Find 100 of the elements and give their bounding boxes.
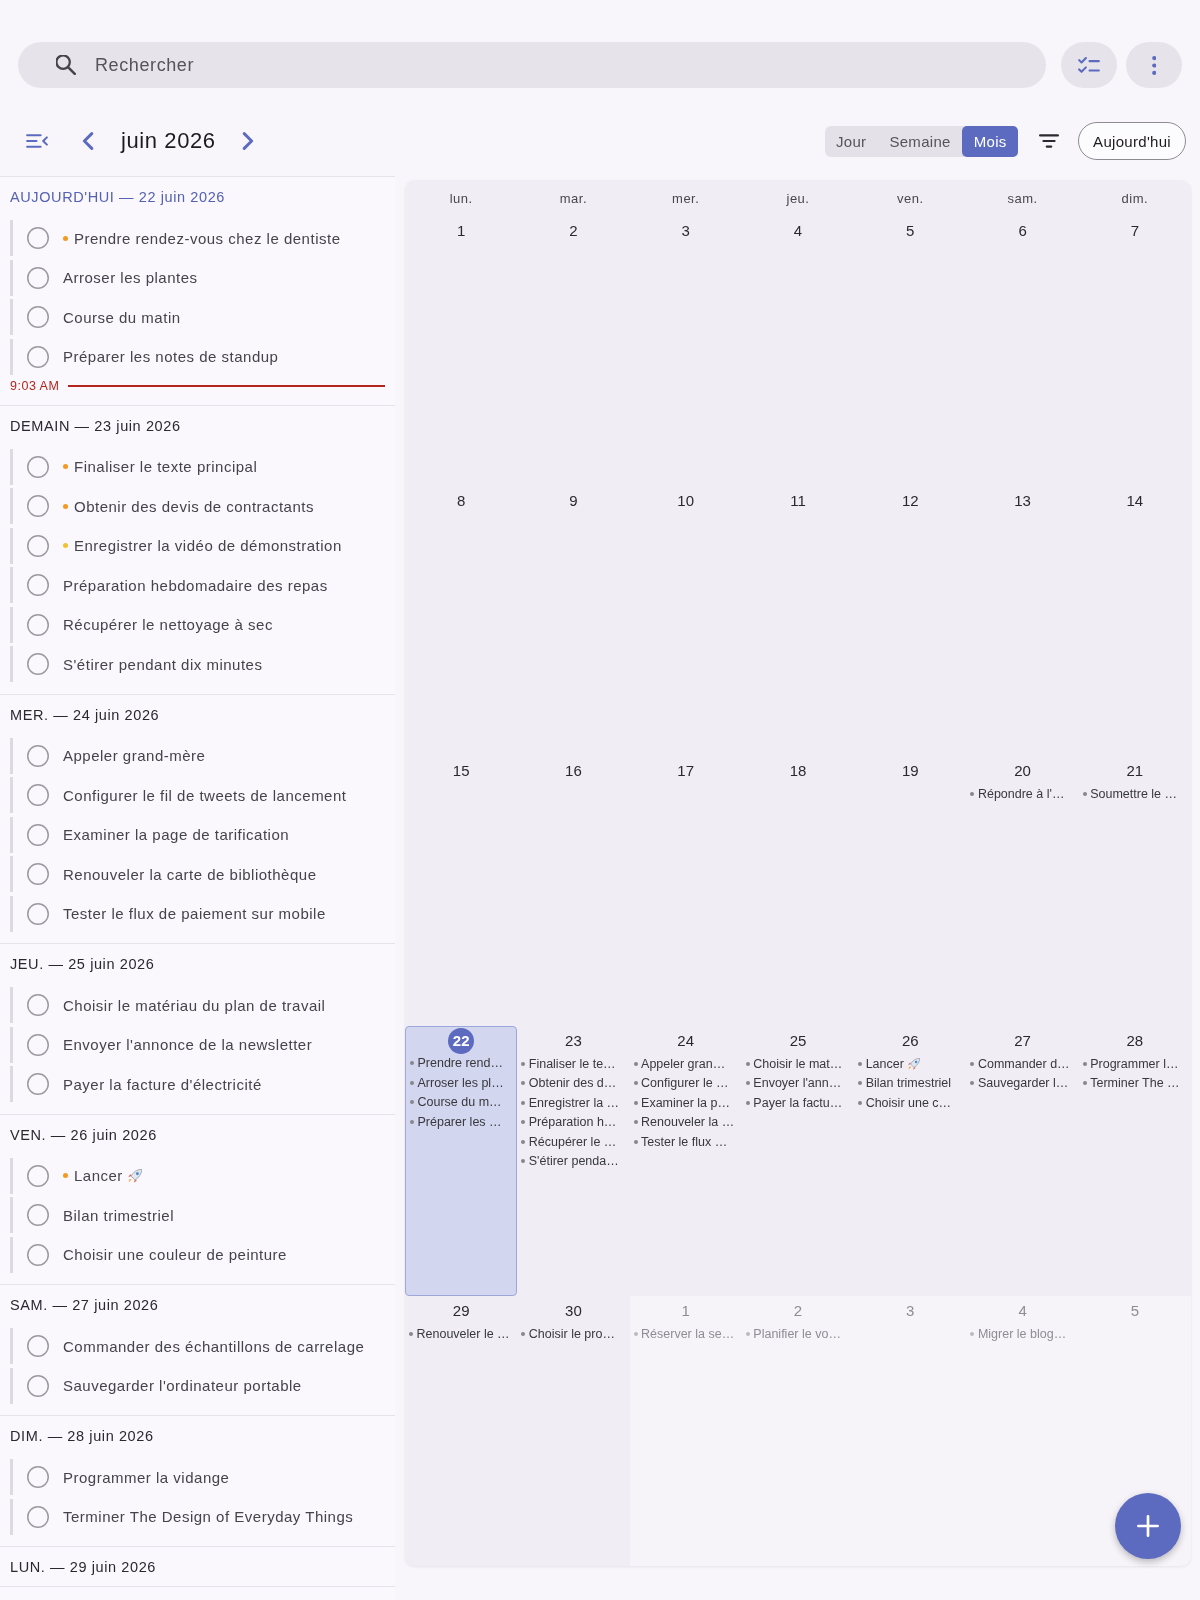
task-checkbox[interactable] bbox=[27, 823, 49, 846]
calendar-event[interactable]: Renouveler le … bbox=[409, 1324, 516, 1344]
calendar-event[interactable]: Choisir une c… bbox=[858, 1093, 965, 1113]
calendar-event[interactable]: Tester le flux … bbox=[633, 1132, 740, 1152]
day-cell[interactable]: 29 Renouveler le … bbox=[405, 1296, 518, 1566]
task-checkbox[interactable] bbox=[27, 1204, 49, 1226]
task-checkbox[interactable] bbox=[27, 1335, 49, 1357]
view-tab[interactable]: Semaine bbox=[877, 125, 963, 157]
calendar-event[interactable]: Préparation h… bbox=[521, 1112, 628, 1132]
task-row[interactable]: Course du matin bbox=[10, 299, 395, 335]
calendar-event[interactable]: Prendre rend… bbox=[410, 1053, 515, 1073]
calendar-event[interactable]: Obtenir des d… bbox=[521, 1073, 628, 1093]
day-number: 24 bbox=[676, 1031, 696, 1051]
calendar-event[interactable]: Répondre à l'… bbox=[970, 784, 1077, 804]
task-title: Sauvegarder l'ordinateur portable bbox=[63, 1377, 302, 1394]
task-checkbox[interactable] bbox=[27, 653, 49, 675]
bullet-icon bbox=[1082, 1081, 1087, 1086]
view-tab[interactable]: Mois bbox=[962, 125, 1019, 157]
task-checkbox[interactable] bbox=[27, 1164, 49, 1187]
calendar-event[interactable]: Récupérer le … bbox=[521, 1132, 628, 1152]
task-row[interactable]: Appeler grand-mère bbox=[10, 737, 395, 774]
task-row[interactable]: Choisir le matériau du plan de travail bbox=[10, 987, 395, 1023]
calendar-event[interactable]: Arroser les pl… bbox=[410, 1073, 515, 1093]
calendar-event[interactable]: Course du m… bbox=[410, 1092, 515, 1112]
more-options-button[interactable] bbox=[1126, 42, 1182, 88]
task-checkbox[interactable] bbox=[27, 784, 49, 806]
task-row[interactable]: Programmer la vidange bbox=[10, 1459, 395, 1495]
task-row[interactable]: Récupérer le nettoyage à sec bbox=[10, 606, 395, 643]
calendar-event[interactable]: Sauvegarder l… bbox=[970, 1073, 1077, 1093]
task-row[interactable]: Tester le flux de paiement sur mobile bbox=[10, 895, 395, 932]
calendar-event[interactable]: Choisir le pro… bbox=[521, 1324, 628, 1344]
task-checkbox[interactable] bbox=[27, 266, 49, 289]
task-row[interactable]: S'étirer pendant dix minutes bbox=[10, 646, 395, 682]
task-row[interactable]: Bilan trimestriel bbox=[10, 1197, 395, 1233]
task-checkbox[interactable] bbox=[27, 613, 49, 636]
task-checkbox[interactable] bbox=[27, 574, 49, 596]
task-checkbox[interactable] bbox=[27, 902, 49, 925]
calendar-event[interactable]: Terminer The … bbox=[1082, 1073, 1189, 1093]
task-row[interactable]: Configurer le fil de tweets de lancement bbox=[10, 777, 395, 813]
task-checkbox[interactable] bbox=[27, 455, 49, 478]
bullet-icon bbox=[858, 1081, 863, 1086]
task-row[interactable]: Préparer les notes de standup bbox=[10, 338, 395, 375]
calendar-event[interactable]: Examiner la p… bbox=[633, 1093, 740, 1113]
search-field[interactable]: Rechercher bbox=[18, 42, 1046, 88]
day-cell[interactable]: 22 Prendre rend… Arroser les pl… Course du m… Préparer les … bbox=[405, 1026, 518, 1296]
task-row[interactable]: Finaliser le texte principal bbox=[10, 448, 395, 485]
calendar-event[interactable]: Configurer le … bbox=[633, 1073, 740, 1093]
calendar-event[interactable]: Choisir le mat… bbox=[745, 1054, 853, 1074]
calendar-event[interactable]: Envoyer l'ann… bbox=[745, 1073, 853, 1093]
day-number: 12 bbox=[900, 491, 920, 511]
task-row[interactable]: Prendre rendez-vous chez le dentiste bbox=[10, 220, 395, 256]
calendar-event[interactable]: Lancer bbox=[858, 1054, 965, 1074]
task-row[interactable]: Commander des échantillons de carrelage bbox=[10, 1328, 395, 1364]
task-row[interactable]: Choisir une couleur de peinture bbox=[10, 1236, 395, 1273]
task-row[interactable]: Lancer bbox=[10, 1157, 395, 1194]
calendar-event[interactable]: S'étirer penda… bbox=[521, 1151, 628, 1171]
calendar-event[interactable]: Enregistrer la … bbox=[521, 1093, 628, 1113]
checklist-button[interactable] bbox=[1061, 42, 1117, 88]
day-number: 1 bbox=[455, 221, 467, 241]
today-button[interactable]: Aujourd'hui bbox=[1078, 122, 1186, 160]
calendar-event[interactable]: Bilan trimestriel bbox=[858, 1073, 965, 1093]
task-checkbox[interactable] bbox=[27, 1243, 49, 1266]
bullet-icon bbox=[521, 1120, 526, 1125]
task-checkbox[interactable] bbox=[27, 534, 49, 557]
task-row[interactable]: Arroser les plantes bbox=[10, 259, 395, 296]
view-tab[interactable]: Jour bbox=[824, 125, 878, 157]
task-checkbox[interactable] bbox=[27, 1073, 49, 1095]
task-checkbox[interactable] bbox=[27, 495, 49, 517]
task-checkbox[interactable] bbox=[27, 1505, 49, 1528]
task-row[interactable]: Payer la facture d'électricité bbox=[10, 1066, 395, 1102]
task-row[interactable]: Examiner la page de tarification bbox=[10, 816, 395, 853]
day-number: 26 bbox=[900, 1031, 920, 1051]
task-checkbox[interactable] bbox=[27, 994, 49, 1016]
task-row[interactable]: Préparation hebdomadaire des repas bbox=[10, 567, 395, 603]
task-checkbox[interactable] bbox=[27, 1374, 49, 1397]
task-row[interactable]: Obtenir des devis de contractants bbox=[10, 488, 395, 524]
task-row[interactable]: Terminer The Design of Everyday Things bbox=[10, 1498, 395, 1535]
task-checkbox[interactable] bbox=[27, 227, 49, 249]
calendar-event[interactable]: Appeler gran… bbox=[633, 1054, 740, 1074]
task-checkbox[interactable] bbox=[27, 345, 49, 368]
task-row[interactable]: Sauvegarder l'ordinateur portable bbox=[10, 1367, 395, 1404]
calendar-event[interactable]: Soumettre le … bbox=[1082, 784, 1189, 804]
calendar-event[interactable]: Commander d… bbox=[970, 1054, 1077, 1074]
calendar-event[interactable]: Payer la factu… bbox=[745, 1093, 853, 1113]
task-row[interactable]: Enregistrer la vidéo de démonstration bbox=[10, 527, 395, 564]
task-row[interactable]: Renouveler la carte de bibliothèque bbox=[10, 856, 395, 892]
task-row[interactable]: Envoyer l'annonce de la newsletter bbox=[10, 1026, 395, 1063]
day-number: 4 bbox=[792, 221, 804, 241]
task-checkbox[interactable] bbox=[27, 1466, 49, 1488]
calendar-event[interactable]: Préparer les … bbox=[410, 1112, 515, 1132]
bullet-icon bbox=[633, 1139, 638, 1144]
calendar-event[interactable]: Finaliser le te… bbox=[521, 1054, 628, 1074]
task-title: Configurer le fil de tweets de lancement bbox=[63, 786, 347, 804]
calendar-event[interactable]: Programmer l… bbox=[1082, 1054, 1189, 1074]
task-checkbox[interactable] bbox=[27, 863, 49, 885]
task-checkbox[interactable] bbox=[27, 744, 49, 767]
calendar-event[interactable]: Renouveler la … bbox=[633, 1112, 740, 1132]
day-number: 8 bbox=[455, 491, 467, 511]
task-checkbox[interactable] bbox=[27, 1033, 49, 1056]
task-checkbox[interactable] bbox=[27, 306, 49, 328]
